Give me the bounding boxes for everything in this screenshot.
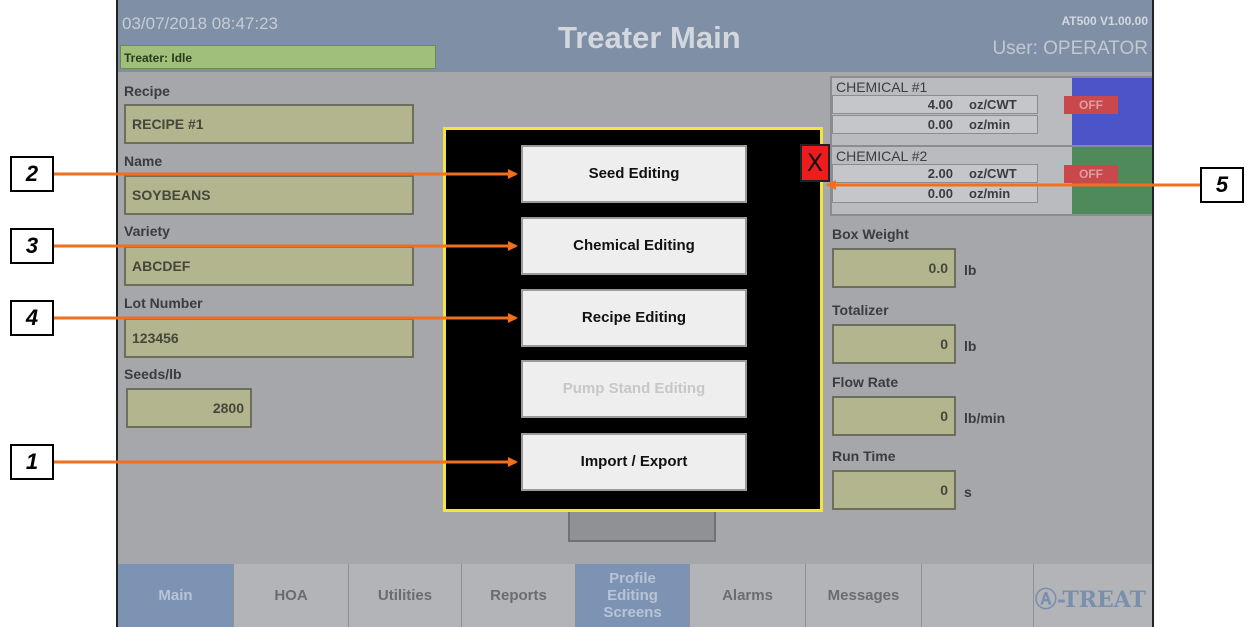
status-indicator: Treater: Idle [120,45,436,69]
tab-utilities[interactable]: Utilities [349,564,462,627]
tab-messages[interactable]: Messages [806,564,922,627]
callout-2: 2 [10,156,54,192]
chemical-1-flow-unit: oz/min [969,117,1011,132]
totalizer-label: Totalizer [832,302,889,318]
flow-rate-label: Flow Rate [832,374,899,390]
box-weight-label: Box Weight [832,226,909,242]
chemical-1-rate-unit: oz/CWT [969,97,1017,112]
start-button[interactable] [568,508,716,542]
tab-bar: Main HOA Utilities Reports Profile Editi… [118,564,1152,627]
chemical-2-rate-value: 2.00 [927,166,953,181]
callout-5: 5 [1200,167,1244,203]
chemical-2-panel: CHEMICAL #2 2.00 oz/CWT 0.00 oz/min OFF [830,145,1152,216]
variety-field[interactable]: ABCDEF [124,246,414,286]
datetime: 03/07/2018 08:47:23 [122,14,278,33]
chemical-1-name: CHEMICAL #1 [836,79,928,95]
lot-number-label: Lot Number [124,295,203,311]
close-icon[interactable]: X [800,144,830,182]
tab-reports[interactable]: Reports [462,564,576,627]
chemical-2-state[interactable]: OFF [1064,165,1118,183]
seeds-per-lb-label: Seeds/lb [124,366,182,382]
run-time-unit: s [964,484,972,500]
chemical-1-flow-value: 0.00 [927,117,953,132]
seed-editing-button[interactable]: Seed Editing [521,145,747,203]
box-weight-unit: lb [964,262,977,278]
flow-rate-unit: lb/min [964,410,1006,426]
flow-rate-value: 0 [832,396,956,436]
import-export-button[interactable]: Import / Export [521,433,747,491]
chemical-2-flow-value: 0.00 [927,186,953,201]
recipe-field[interactable]: RECIPE #1 [124,104,414,144]
name-field[interactable]: SOYBEANS [124,175,414,215]
editing-menu-dialog: Seed Editing Chemical Editing Recipe Edi… [443,127,830,512]
run-time-label: Run Time [832,448,896,464]
brand-logo: Ⓐ-TREAT [1034,587,1146,613]
tab-main[interactable]: Main [118,564,234,627]
totalizer-value: 0 [832,324,956,364]
tab-profile-editing-screens[interactable]: Profile Editing Screens [576,564,690,627]
chemical-2-flow: 0.00 oz/min [832,184,1038,203]
tab-alarms[interactable]: Alarms [690,564,806,627]
chemical-editing-button[interactable]: Chemical Editing [521,217,747,275]
header-bar: 03/07/2018 08:47:23 Treater: Idle Treate… [118,0,1152,72]
callout-3: 3 [10,228,54,264]
page-title: Treater Main [558,20,741,55]
recipe-label: Recipe [124,83,170,99]
tab-hoa[interactable]: HOA [234,564,349,627]
lot-number-field[interactable]: 123456 [124,318,414,358]
chemical-2-rate-unit: oz/CWT [969,166,1017,181]
pump-stand-editing-button: Pump Stand Editing [521,360,747,418]
name-label: Name [124,153,163,169]
chemical-1-flow: 0.00 oz/min [832,115,1038,134]
tab-blank[interactable] [922,564,1034,627]
chemical-1-panel: CHEMICAL #1 4.00 oz/CWT 0.00 oz/min OFF [830,76,1152,147]
totalizer-unit: lb [964,338,977,354]
run-time-value: 0 [832,470,956,510]
chemical-1-state[interactable]: OFF [1064,96,1118,114]
callout-4: 4 [10,300,54,336]
variety-label: Variety [124,223,170,239]
recipe-editing-button[interactable]: Recipe Editing [521,289,747,347]
callout-1: 1 [10,444,54,480]
version-label: AT500 V1.00.00 [1061,14,1148,28]
chemical-2-name: CHEMICAL #2 [836,148,928,164]
user-label: User: OPERATOR [992,38,1148,59]
chemical-2-rate: 2.00 oz/CWT [832,164,1038,183]
chemical-2-flow-unit: oz/min [969,186,1011,201]
chemical-1-rate-value: 4.00 [927,97,953,112]
seeds-per-lb-field[interactable]: 2800 [126,388,252,428]
chemical-1-rate: 4.00 oz/CWT [832,95,1038,114]
box-weight-value: 0.0 [832,248,956,288]
